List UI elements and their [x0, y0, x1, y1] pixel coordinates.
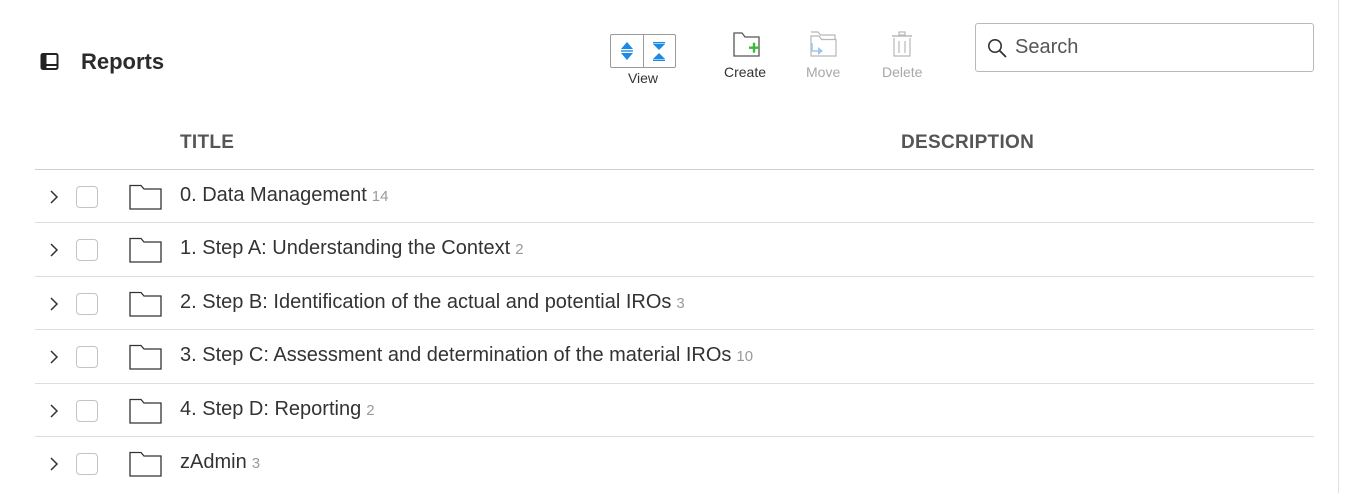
- column-header-title[interactable]: TITLE: [180, 132, 234, 154]
- create-label: Create: [724, 64, 767, 80]
- delete-label: Delete: [882, 64, 923, 80]
- page-title: Reports: [81, 49, 165, 74]
- move-button[interactable]: Move: [806, 30, 840, 80]
- column-header-description[interactable]: DESCRIPTION: [901, 132, 1034, 154]
- chevron-right-icon[interactable]: [47, 402, 61, 420]
- row-count: 14: [371, 188, 389, 205]
- row-count: 2: [366, 401, 375, 419]
- folder-icon: [129, 398, 162, 424]
- folder-icon: [129, 345, 162, 370]
- row-checkbox[interactable]: [76, 239, 98, 262]
- chevron-right-icon[interactable]: [47, 455, 61, 473]
- row-title-text: zAdmin: [180, 450, 247, 473]
- row-title[interactable]: 3. Step C: Assessment and determination …: [180, 344, 753, 367]
- create-button[interactable]: Create: [724, 30, 766, 80]
- row-title-text: 2. Step B: Identification of the actual …: [180, 290, 672, 313]
- row-title-text: 4. Step D: Reporting: [180, 397, 362, 420]
- row-count: 3: [676, 294, 685, 312]
- trash-icon: [892, 31, 913, 57]
- search-icon: [988, 38, 1007, 57]
- row-title[interactable]: 0. Data Management 14: [180, 184, 388, 207]
- chevron-right-icon[interactable]: [47, 348, 61, 366]
- move-label: Move: [806, 64, 841, 80]
- row-checkbox[interactable]: [76, 399, 98, 422]
- row-title[interactable]: zAdmin 3: [180, 451, 260, 474]
- panel-right-border: [1338, 0, 1339, 493]
- collapse-all-button[interactable]: [642, 35, 676, 67]
- expand-arrows-icon: [620, 42, 633, 60]
- row-title[interactable]: 2. Step B: Identification of the actual …: [180, 291, 685, 314]
- row-count: 10: [736, 348, 754, 366]
- row-checkbox[interactable]: [76, 452, 98, 475]
- row-title-text: 0. Data Management: [180, 184, 367, 206]
- table-row[interactable]: 3. Step C: Assessment and determination …: [35, 330, 1314, 384]
- view-toggle[interactable]: [610, 34, 676, 68]
- folder-icon: [129, 238, 162, 264]
- view-label: View: [627, 70, 659, 86]
- view-button[interactable]: View: [610, 34, 676, 86]
- table-row[interactable]: 4. Step D: Reporting 2: [35, 384, 1314, 437]
- chevron-right-icon[interactable]: [47, 241, 61, 259]
- new-folder-icon: [733, 32, 760, 57]
- table-row[interactable]: 2. Step B: Identification of the actual …: [35, 277, 1314, 331]
- expand-all-button[interactable]: [611, 35, 643, 67]
- row-count: 3: [251, 454, 261, 472]
- search-box[interactable]: [975, 23, 1314, 72]
- report-folder-list: 0. Data Management 14 1. Step A: Understa…: [35, 170, 1314, 490]
- row-checkbox[interactable]: [76, 292, 98, 315]
- move-folder-icon: [810, 31, 837, 57]
- book-icon: [40, 53, 59, 70]
- folder-icon: [129, 451, 162, 477]
- row-checkbox[interactable]: [76, 346, 98, 369]
- table-header: TITLE DESCRIPTION: [35, 118, 1314, 170]
- chevron-right-icon[interactable]: [47, 295, 61, 313]
- delete-button[interactable]: Delete: [882, 30, 922, 80]
- row-checkbox[interactable]: [76, 186, 98, 208]
- row-count: 2: [515, 241, 524, 259]
- row-title[interactable]: 4. Step D: Reporting 2: [180, 398, 375, 421]
- folder-icon: [129, 291, 162, 317]
- table-row[interactable]: 0. Data Management 14: [35, 170, 1314, 224]
- row-title[interactable]: 1. Step A: Understanding the Context 2: [180, 237, 524, 260]
- collapse-arrows-icon: [653, 42, 666, 61]
- page-header: Reports: [40, 48, 164, 76]
- table-row[interactable]: 1. Step A: Understanding the Context 2: [35, 223, 1314, 277]
- table-row[interactable]: zAdmin 3: [35, 437, 1314, 490]
- chevron-right-icon[interactable]: [47, 188, 61, 206]
- row-title-text: 1. Step A: Understanding the Context: [180, 237, 511, 260]
- search-input[interactable]: [1015, 36, 1295, 59]
- folder-icon: [129, 184, 162, 210]
- row-title-text: 3. Step C: Assessment and determination …: [180, 344, 732, 367]
